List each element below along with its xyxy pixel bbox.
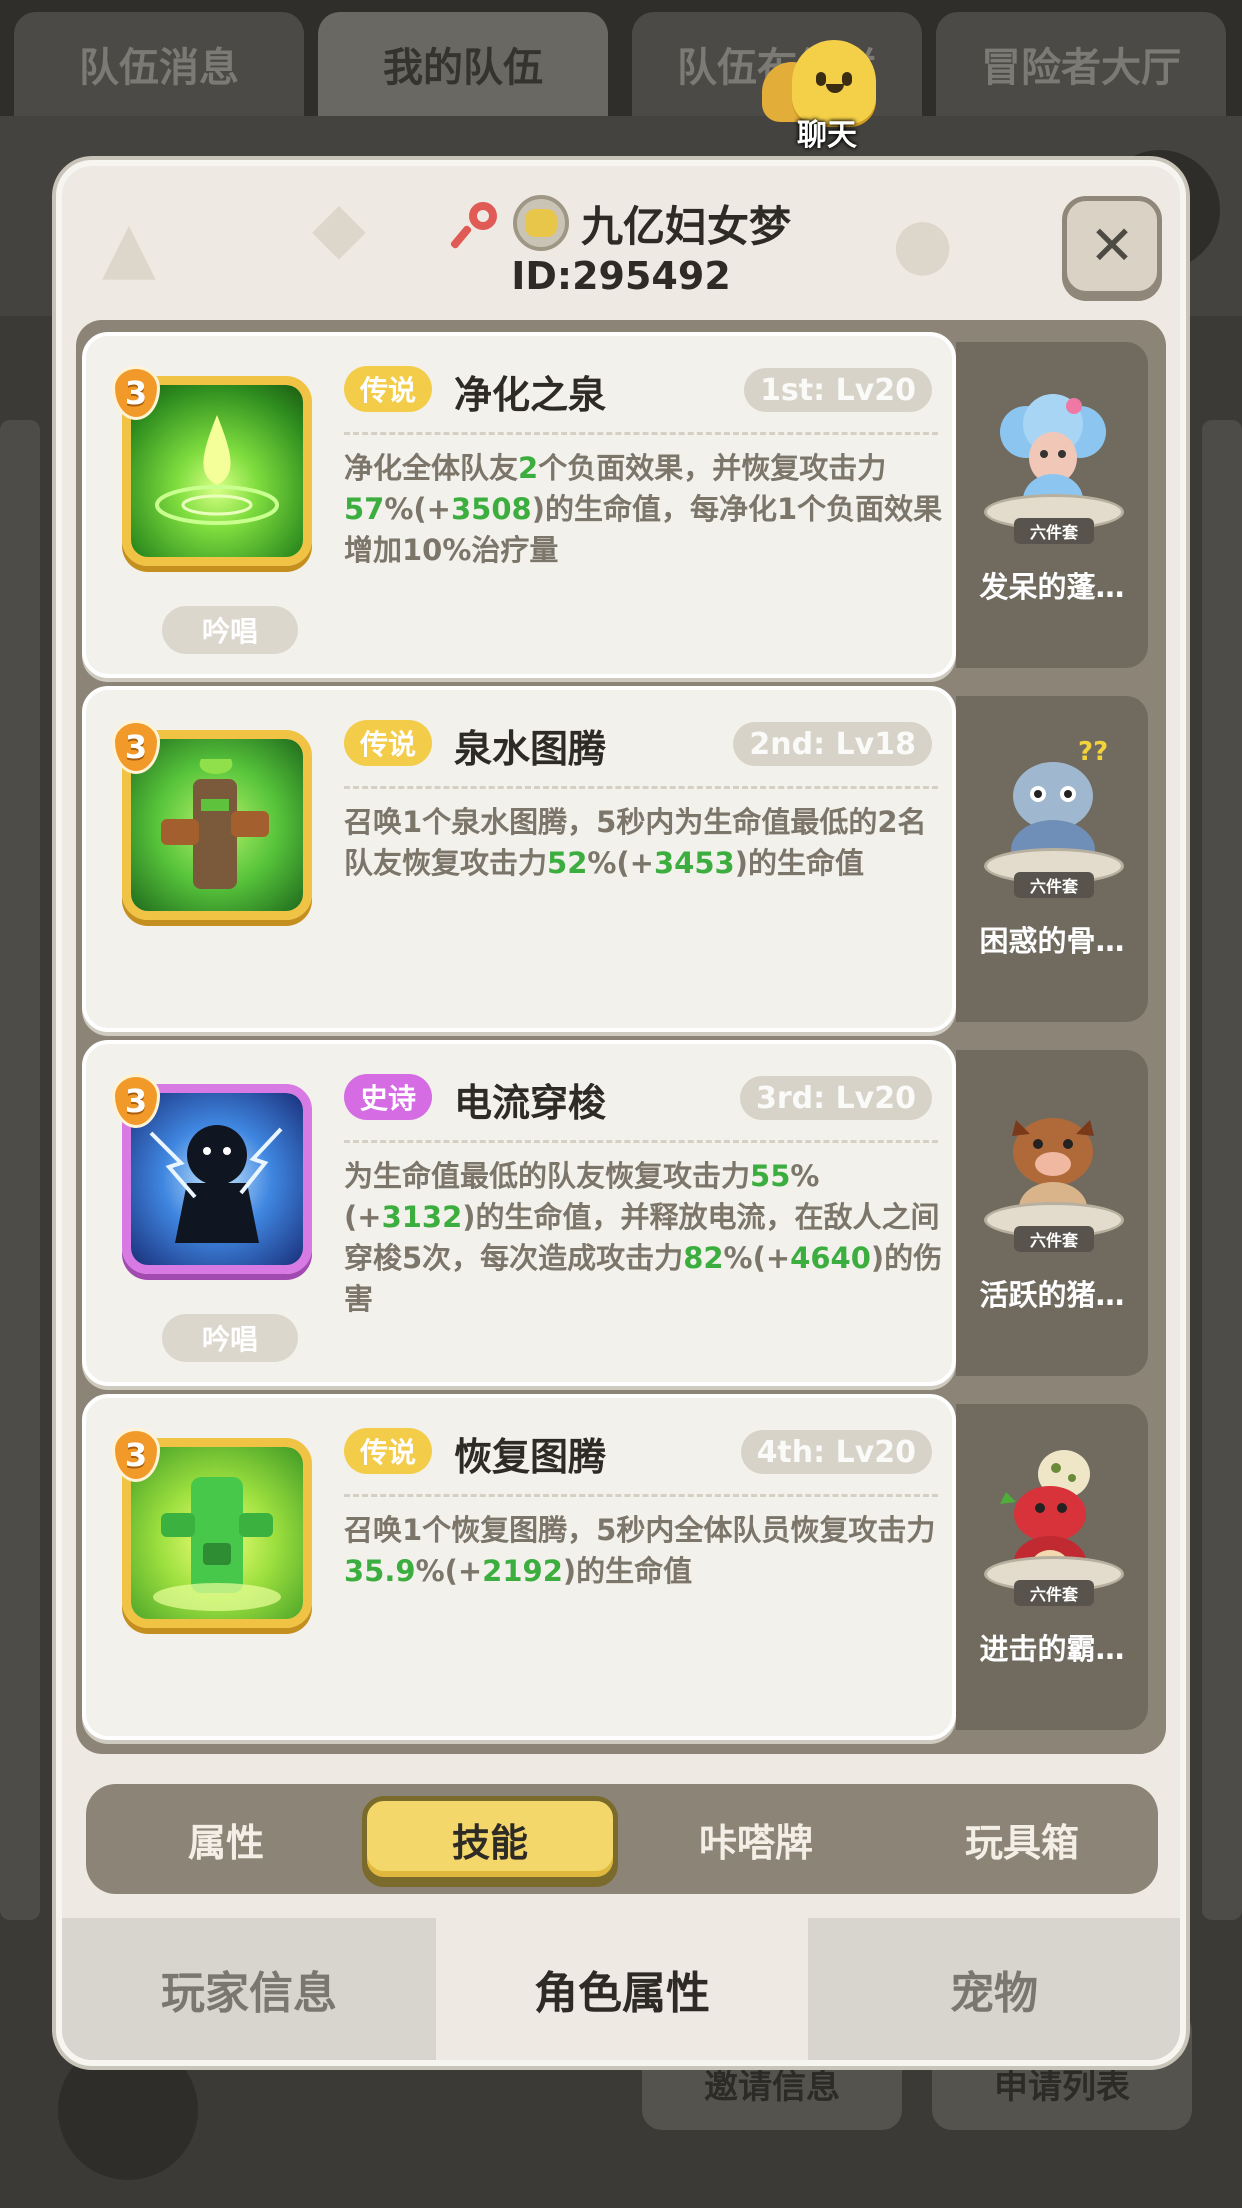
svg-text:??: ??: [1078, 737, 1108, 767]
tab-toy-box[interactable]: 玩具箱: [894, 1796, 1150, 1882]
tab-pets[interactable]: 宠物: [808, 1918, 1180, 2060]
chant-tag: 吟唱: [162, 606, 298, 654]
pet-slot[interactable]: 六件套 进击的霸…: [956, 1404, 1148, 1730]
skill-card[interactable]: 3 传说 恢复图腾 4th: Lv20 召唤1个恢复图腾，5秒内全体队员恢复攻击…: [82, 1394, 956, 1740]
pet-set-tag: 六件套: [1014, 1580, 1094, 1606]
background-right-edge: [1202, 420, 1242, 1920]
pet-name: 发呆的蓬…: [979, 570, 1125, 604]
tab-adventurer-hall[interactable]: 冒险者大厅: [936, 12, 1226, 116]
rarity-badge: 传说: [344, 720, 433, 766]
skill-row[interactable]: 3 传说 泉水图腾 2nd: Lv18 召唤1个泉水图腾，5秒内为生命值最低的2…: [82, 686, 1154, 1032]
pet-set-tag: 六件套: [1014, 872, 1094, 898]
player-name: 九亿妇女梦: [580, 201, 791, 251]
skill-name: 净化之泉: [454, 373, 607, 417]
skill-row[interactable]: 3 传说 净化之泉 1st: Lv20 净化全体队友2个负面效果，并恢复攻击力5…: [82, 332, 1154, 678]
sub-tab-bar: 属性 技能 咔嗒牌 玩具箱: [86, 1784, 1158, 1894]
skill-card[interactable]: 3 传说 泉水图腾 2nd: Lv18 召唤1个泉水图腾，5秒内为生命值最低的2…: [82, 686, 956, 1032]
skill-name: 恢复图腾: [454, 1435, 607, 1479]
tab-skills[interactable]: 技能: [362, 1796, 618, 1882]
key-icon: [449, 198, 501, 250]
background-left-edge: [0, 420, 40, 1920]
pet-slot[interactable]: 六件套 发呆的蓬…: [956, 342, 1148, 668]
tab-player-info[interactable]: 玩家信息: [62, 1918, 436, 2060]
divider: [344, 1140, 938, 1143]
avatar[interactable]: [512, 195, 569, 251]
skill-row[interactable]: 3 传说 恢复图腾 4th: Lv20 召唤1个恢复图腾，5秒内全体队员恢复攻击…: [82, 1394, 1154, 1740]
skill-description: 召唤1个恢复图腾，5秒内全体队员恢复攻击力35.9%(+2192)的生命值: [344, 1513, 936, 1588]
pet-name: 进击的霸…: [979, 1632, 1125, 1666]
skill-card[interactable]: 3 史诗 电流穿梭 3rd: Lv20 为生命值最低的队友恢复攻击力55%(+3…: [82, 1040, 956, 1386]
skill-description: 为生命值最低的队友恢复攻击力55%(+3132)的生命值，并释放电流，在敌人之间…: [344, 1159, 943, 1316]
tab-my-team[interactable]: 我的队伍: [318, 12, 608, 116]
rarity-badge: 史诗: [344, 1074, 433, 1120]
pet-slot[interactable]: ?? 六件套 困惑的骨…: [956, 696, 1148, 1022]
skill-level: 1st: Lv20: [744, 368, 932, 412]
background-tab-bar: 队伍消息 我的队伍 队伍布告栏 冒险者大厅: [0, 0, 1242, 120]
chat-button[interactable]: 聊天: [762, 30, 892, 153]
chat-label: 聊天: [797, 118, 857, 153]
tab-character-attributes[interactable]: 角色属性: [436, 1918, 808, 2060]
pet-name: 活跃的猪…: [979, 1278, 1125, 1312]
skill-level: 3rd: Lv20: [739, 1076, 932, 1120]
tab-kada-cards[interactable]: 咔嗒牌: [628, 1796, 884, 1882]
rarity-badge: 传说: [344, 1428, 433, 1474]
skill-level: 2nd: Lv18: [733, 722, 932, 766]
pet-slot[interactable]: 六件套 活跃的猪…: [956, 1050, 1148, 1376]
pet-set-tag: 六件套: [1014, 1226, 1094, 1252]
pet-set-tag: 六件套: [1014, 518, 1094, 544]
skill-name: 泉水图腾: [454, 727, 607, 771]
close-button[interactable]: ✕: [1062, 196, 1162, 296]
bottom-tab-bar: 玩家信息 角色属性 宠物: [62, 1918, 1180, 2060]
divider: [344, 786, 938, 789]
rarity-badge: 传说: [344, 366, 433, 412]
skill-description: 净化全体队友2个负面效果，并恢复攻击力57%(+3508)的生命值，每净化1个负…: [344, 451, 943, 567]
tab-team-messages[interactable]: 队伍消息: [14, 12, 304, 116]
player-header: 九亿妇女梦: [62, 188, 1180, 258]
skill-description: 召唤1个泉水图腾，5秒内为生命值最低的2名队友恢复攻击力52%(+3453)的生…: [344, 805, 927, 880]
skill-name: 电流穿梭: [454, 1081, 607, 1125]
skill-card[interactable]: 3 传说 净化之泉 1st: Lv20 净化全体队友2个负面效果，并恢复攻击力5…: [82, 332, 956, 678]
divider: [344, 432, 938, 435]
player-detail-dialog: ▲ ◆ ● 九亿妇女梦 ID:295492 ✕ 3 传说 净化之泉 1st: L…: [56, 160, 1186, 2066]
skill-row[interactable]: 3 史诗 电流穿梭 3rd: Lv20 为生命值最低的队友恢复攻击力55%(+3…: [82, 1040, 1154, 1386]
pet-name: 困惑的骨…: [979, 924, 1125, 958]
chant-tag: 吟唱: [162, 1314, 298, 1362]
skill-list[interactable]: 3 传说 净化之泉 1st: Lv20 净化全体队友2个负面效果，并恢复攻击力5…: [76, 320, 1166, 1754]
player-id: ID:295492: [511, 254, 731, 298]
skill-level: 4th: Lv20: [740, 1430, 932, 1474]
tab-attributes[interactable]: 属性: [98, 1796, 354, 1882]
divider: [344, 1494, 938, 1497]
close-icon: ✕: [1089, 214, 1135, 277]
